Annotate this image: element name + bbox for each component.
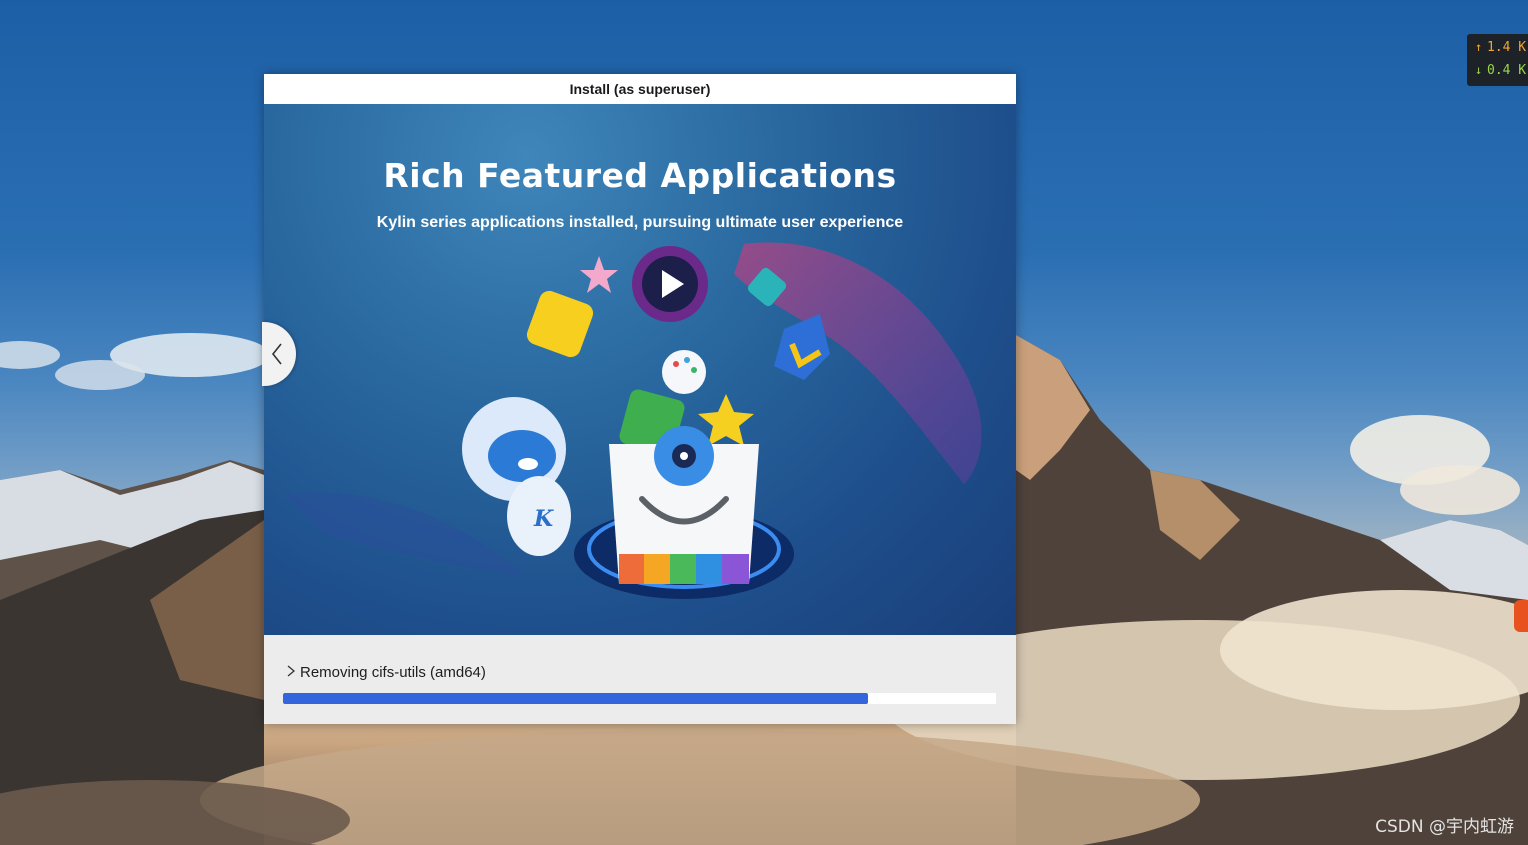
install-progress-bar bbox=[283, 693, 996, 704]
floating-app-badge[interactable] bbox=[1514, 600, 1528, 632]
arrow-down-icon: ↓ bbox=[1475, 63, 1483, 77]
feature-slide: K Rich Featured Applications Kylin serie… bbox=[264, 104, 1016, 635]
upload-speed: ↑ 1.4 K bbox=[1475, 40, 1527, 55]
chevron-left-icon bbox=[271, 343, 282, 365]
watermark-text: CSDN @宇内虹游 bbox=[1375, 817, 1514, 837]
slide-subtitle: Kylin series applications installed, pur… bbox=[376, 214, 904, 231]
arrow-up-icon: ↑ bbox=[1475, 40, 1483, 54]
installer-dialog: Install (as superuser) K Rich Featured A… bbox=[262, 74, 1016, 724]
install-status-area: Removing cifs-utils (amd64) bbox=[264, 635, 1016, 724]
network-speed-widget: ↑ 1.4 K ↓ 0.4 K bbox=[1467, 34, 1528, 86]
status-expander[interactable]: Removing cifs-utils (amd64) bbox=[286, 663, 486, 681]
slide-title: Rich Featured Applications bbox=[383, 156, 897, 195]
install-progress-fill bbox=[283, 693, 868, 704]
dialog-title: Install (as superuser) bbox=[264, 74, 1016, 104]
status-text: Removing cifs-utils (amd64) bbox=[300, 664, 486, 681]
chevron-right-icon bbox=[286, 663, 300, 681]
svg-text:K: K bbox=[533, 506, 554, 532]
download-speed: ↓ 0.4 K bbox=[1475, 63, 1527, 78]
desktop-background: ↑ 1.4 K ↓ 0.4 K Install (as superuser) K… bbox=[0, 0, 1528, 845]
